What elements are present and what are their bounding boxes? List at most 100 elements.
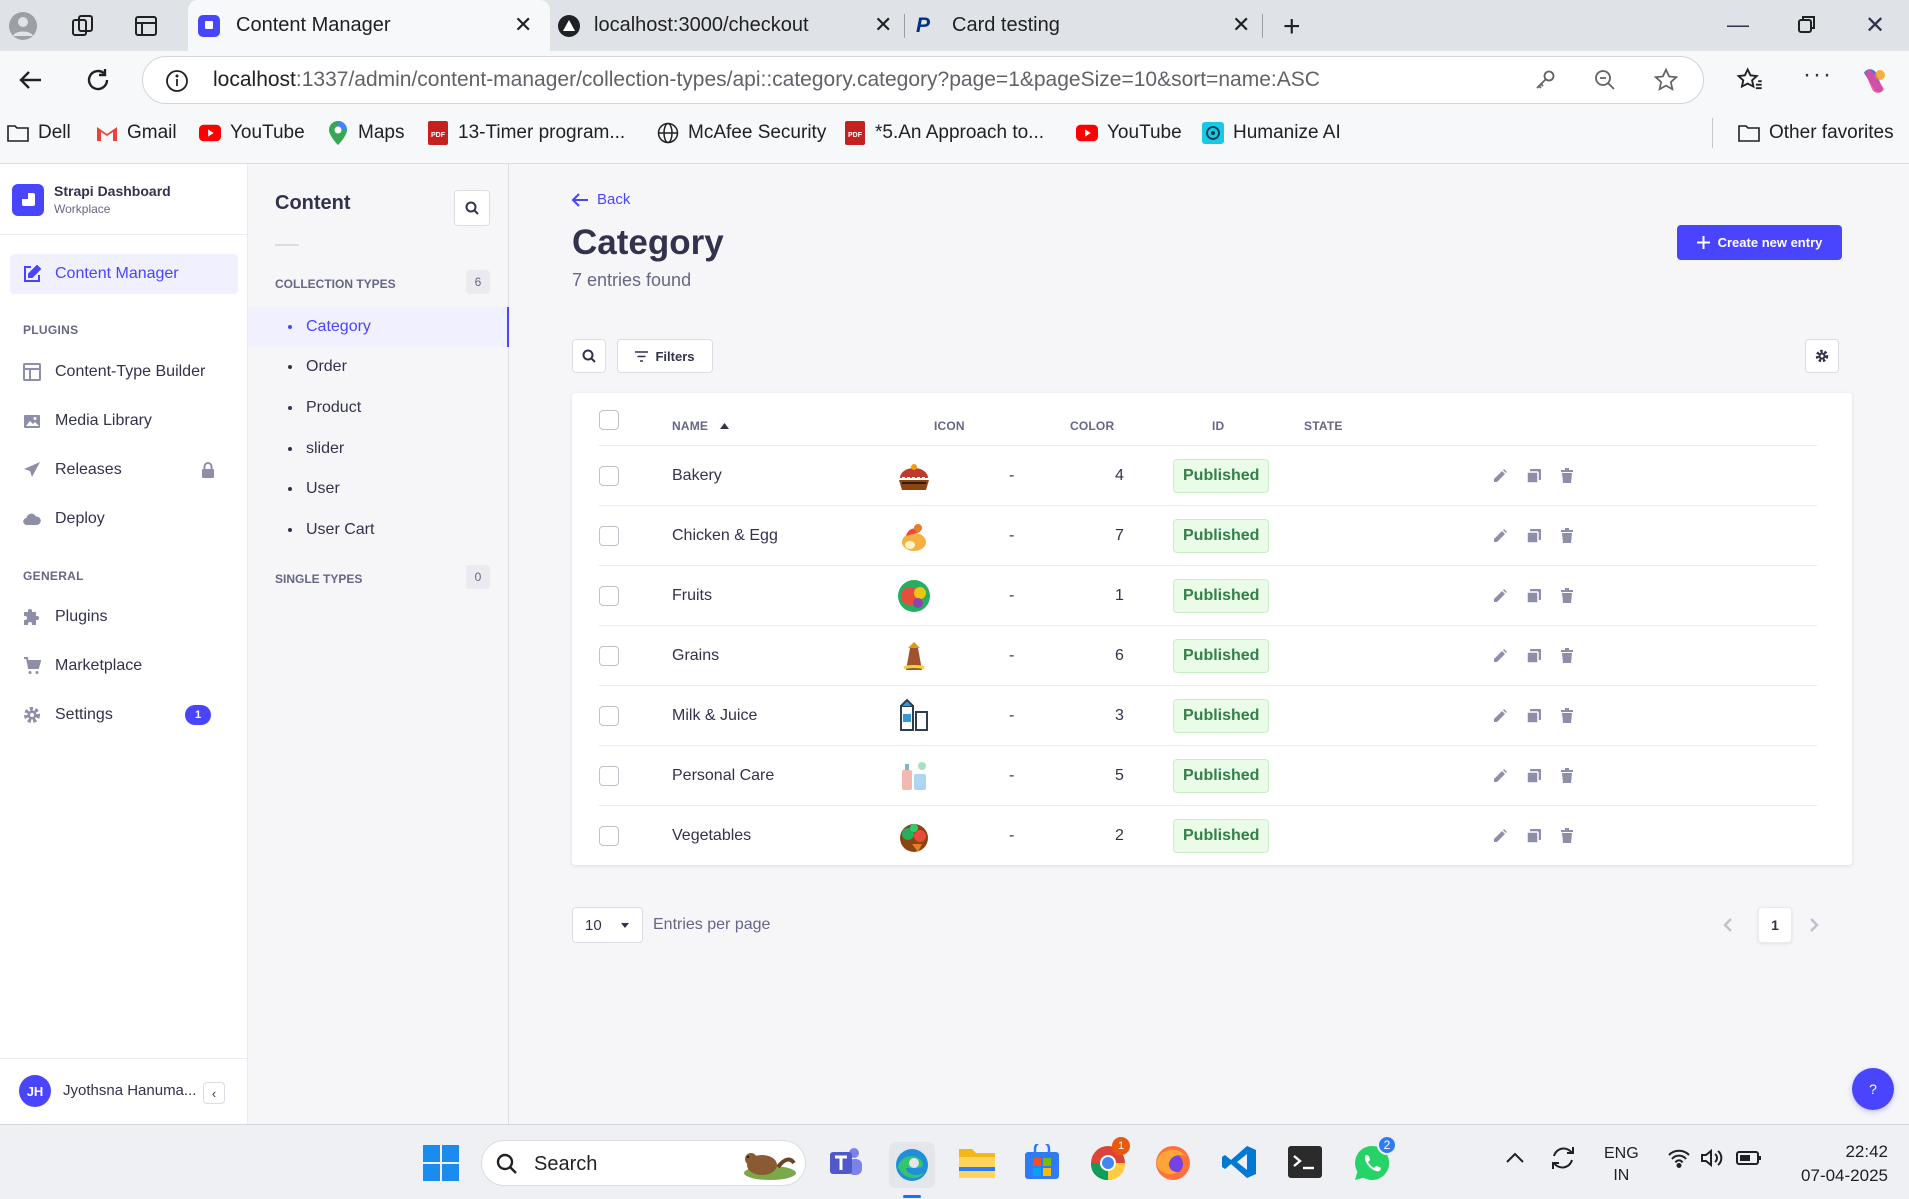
next-page-icon[interactable]: [1809, 917, 1819, 933]
row-checkbox[interactable]: [599, 826, 619, 846]
table-search-button[interactable]: [572, 339, 606, 373]
back-arrow-icon[interactable]: [17, 66, 45, 94]
profile-icon[interactable]: [8, 11, 38, 41]
nav-media-library[interactable]: Media Library: [10, 401, 238, 441]
edit-icon[interactable]: [1492, 588, 1508, 604]
nav-deploy[interactable]: Deploy: [10, 499, 238, 539]
duplicate-icon[interactable]: [1526, 828, 1542, 844]
nav-settings[interactable]: Settings 1: [10, 695, 238, 735]
edit-icon[interactable]: [1492, 768, 1508, 784]
bookmark-mcafee[interactable]: McAfee Security: [657, 122, 826, 144]
close-tab-icon[interactable]: ✕: [874, 12, 892, 38]
chrome-icon[interactable]: 1: [1090, 1137, 1130, 1181]
back-link[interactable]: Back: [571, 191, 630, 208]
table-row[interactable]: Vegetables - 2 Published: [599, 805, 1817, 865]
close-tab-icon[interactable]: ✕: [514, 12, 532, 38]
firefox-icon[interactable]: [1155, 1145, 1191, 1181]
table-row[interactable]: Personal Care - 5 Published: [599, 745, 1817, 805]
duplicate-icon[interactable]: [1526, 468, 1542, 484]
column-header-color[interactable]: COLOR: [1070, 419, 1114, 433]
microsoft-store-icon[interactable]: [1024, 1144, 1060, 1180]
user-name[interactable]: Jyothsna Hanuma...: [63, 1082, 196, 1099]
delete-icon[interactable]: [1559, 708, 1575, 724]
user-avatar[interactable]: JH: [19, 1075, 51, 1107]
battery-icon[interactable]: [1736, 1150, 1762, 1166]
bookmark-gmail[interactable]: Gmail: [96, 122, 177, 144]
column-header-icon[interactable]: ICON: [934, 419, 965, 433]
address-bar[interactable]: localhost:1337/admin/content-manager/col…: [142, 56, 1704, 104]
nav-releases[interactable]: Releases: [10, 450, 238, 490]
bookmark-humanize-ai[interactable]: Humanize AI: [1202, 122, 1341, 144]
collection-user[interactable]: User: [248, 469, 509, 509]
page-button-1[interactable]: 1: [1758, 907, 1792, 943]
delete-icon[interactable]: [1559, 648, 1575, 664]
restore-icon[interactable]: [1797, 14, 1817, 34]
vertical-tabs-icon[interactable]: [133, 13, 159, 39]
table-row[interactable]: Grains - 6 Published: [599, 625, 1817, 685]
edit-icon[interactable]: [1492, 708, 1508, 724]
row-checkbox[interactable]: [599, 586, 619, 606]
copilot-icon[interactable]: [1858, 65, 1890, 97]
edit-icon[interactable]: [1492, 648, 1508, 664]
table-row[interactable]: Chicken & Egg - 7 Published: [599, 505, 1817, 565]
vscode-icon[interactable]: [1221, 1144, 1257, 1180]
collection-user-cart[interactable]: User Cart: [248, 510, 509, 550]
site-info-icon[interactable]: [165, 69, 189, 93]
row-checkbox[interactable]: [599, 466, 619, 486]
terminal-icon[interactable]: [1287, 1145, 1323, 1179]
bookmark-approach[interactable]: PDF *5.An Approach to...: [844, 121, 1044, 145]
collapse-nav-button[interactable]: ‹: [203, 1082, 225, 1104]
collection-order[interactable]: Order: [248, 347, 509, 387]
teams-icon[interactable]: [827, 1143, 865, 1181]
collection-product[interactable]: Product: [248, 388, 509, 428]
windows-start-icon[interactable]: [423, 1145, 459, 1181]
row-checkbox[interactable]: [599, 526, 619, 546]
nav-marketplace[interactable]: Marketplace: [10, 646, 238, 686]
volume-icon[interactable]: [1700, 1148, 1724, 1168]
table-row[interactable]: Fruits - 1 Published: [599, 565, 1817, 625]
collection-category[interactable]: Category: [248, 307, 509, 347]
table-row[interactable]: Bakery - 4 Published: [599, 445, 1817, 505]
duplicate-icon[interactable]: [1526, 528, 1542, 544]
duplicate-icon[interactable]: [1526, 648, 1542, 664]
duplicate-icon[interactable]: [1526, 768, 1542, 784]
close-tab-icon[interactable]: ✕: [1232, 12, 1250, 38]
tab-content-manager[interactable]: Content Manager ✕: [188, 0, 550, 51]
edge-taskbar-button[interactable]: [889, 1142, 935, 1198]
clock[interactable]: 22:42 07-04-2025: [1800, 1140, 1888, 1188]
help-button[interactable]: ?: [1852, 1068, 1894, 1110]
zoom-out-icon[interactable]: [1593, 68, 1617, 92]
edit-icon[interactable]: [1492, 528, 1508, 544]
prev-page-icon[interactable]: [1723, 917, 1733, 933]
close-window-icon[interactable]: ✕: [1865, 11, 1885, 40]
wifi-icon[interactable]: [1667, 1148, 1691, 1168]
bookmark-dell[interactable]: Dell: [7, 122, 71, 144]
delete-icon[interactable]: [1559, 828, 1575, 844]
input-language[interactable]: ENG IN: [1604, 1143, 1639, 1187]
row-checkbox[interactable]: [599, 706, 619, 726]
column-header-name[interactable]: NAME: [672, 419, 730, 433]
sync-icon[interactable]: [1548, 1143, 1578, 1173]
row-checkbox[interactable]: [599, 766, 619, 786]
more-options-icon[interactable]: ···: [1803, 61, 1833, 89]
delete-icon[interactable]: [1559, 468, 1575, 484]
bookmark-timer-program[interactable]: PDF 13-Timer program...: [427, 121, 625, 145]
nav-content-type-builder[interactable]: Content-Type Builder: [10, 352, 238, 392]
bookmark-maps[interactable]: Maps: [327, 121, 404, 145]
row-checkbox[interactable]: [599, 646, 619, 666]
favorite-star-icon[interactable]: [1653, 67, 1679, 93]
favorites-icon[interactable]: [1736, 66, 1764, 94]
refresh-icon[interactable]: [84, 66, 112, 94]
edit-icon[interactable]: [1492, 468, 1508, 484]
whatsapp-icon[interactable]: 2: [1353, 1135, 1397, 1182]
chevron-up-icon[interactable]: [1505, 1150, 1525, 1164]
delete-icon[interactable]: [1559, 588, 1575, 604]
page-size-select[interactable]: 10: [572, 907, 643, 943]
subnav-search-button[interactable]: [454, 190, 490, 226]
tab-card-testing[interactable]: P Card testing ✕: [906, 0, 1258, 51]
minimize-icon[interactable]: —: [1727, 12, 1749, 38]
nav-content-manager[interactable]: Content Manager: [10, 254, 238, 294]
delete-icon[interactable]: [1559, 768, 1575, 784]
create-entry-button[interactable]: Create new entry: [1677, 225, 1842, 260]
taskbar-search-box[interactable]: Search: [481, 1140, 806, 1186]
